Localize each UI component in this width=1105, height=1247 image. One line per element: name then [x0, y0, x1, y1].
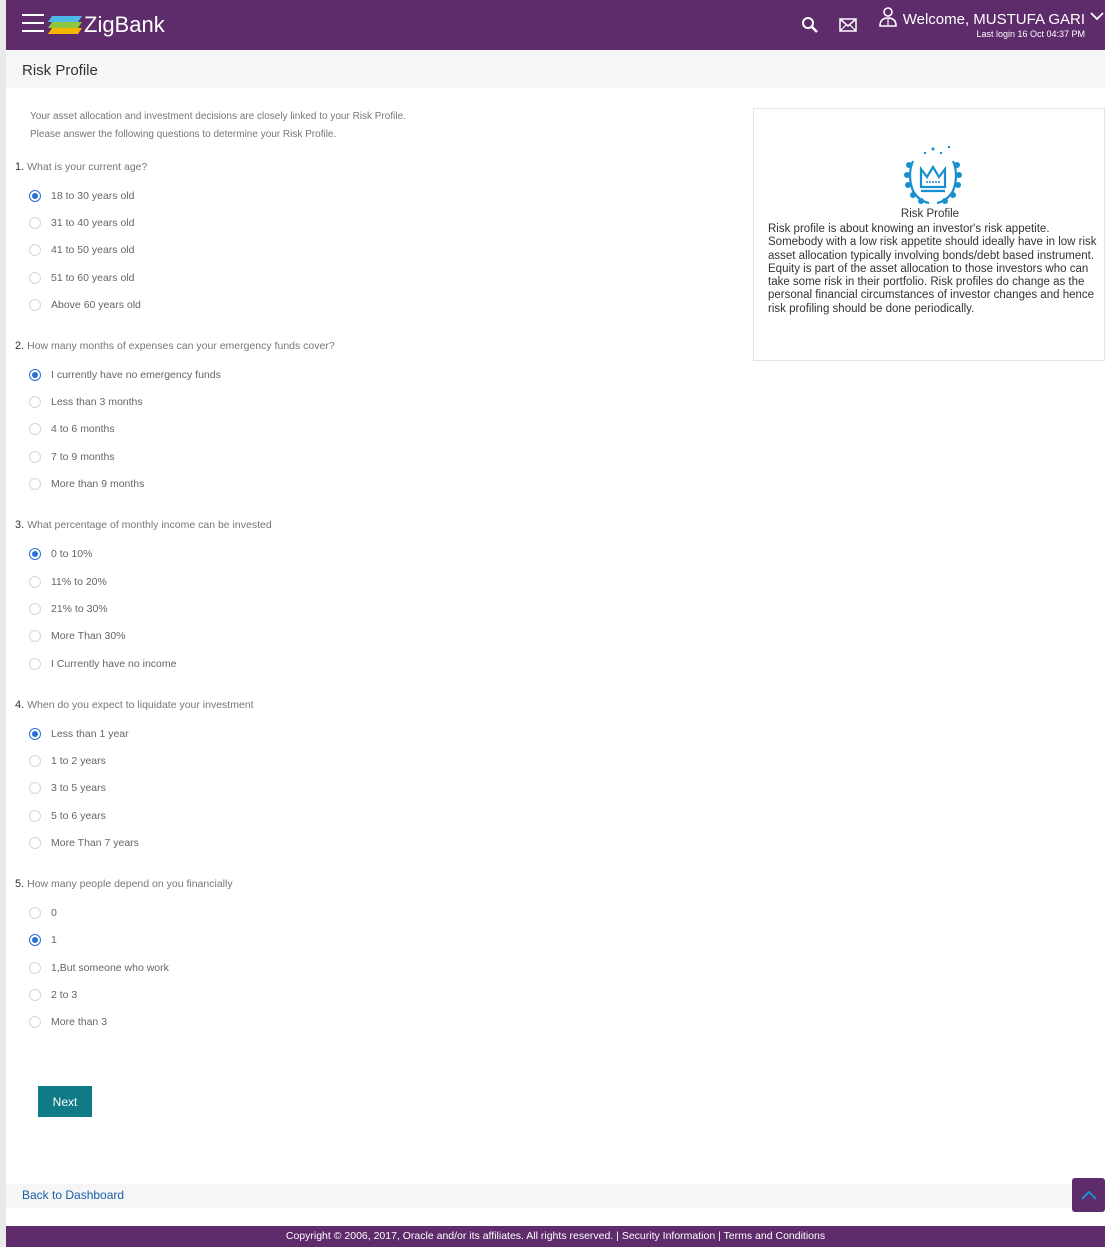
- option-income-none[interactable]: I Currently have no income: [29, 658, 176, 670]
- option-income-21-30[interactable]: 21% to 30%: [29, 603, 108, 615]
- radio-button[interactable]: [29, 603, 41, 615]
- question-1: 1. What is your current age?: [15, 161, 148, 173]
- option-age-above-60[interactable]: Above 60 years old: [29, 299, 141, 311]
- radio-button[interactable]: [29, 451, 41, 463]
- radio-button[interactable]: [29, 478, 41, 490]
- radio-button[interactable]: [29, 810, 41, 822]
- page-title: Risk Profile: [22, 62, 98, 79]
- radio-button[interactable]: [29, 190, 41, 202]
- radio-button[interactable]: [29, 837, 41, 849]
- question-2: 2. How many months of expenses can your …: [15, 340, 335, 352]
- option-dependents-more-3[interactable]: More than 3: [29, 1016, 107, 1028]
- back-to-dashboard-link[interactable]: Back to Dashboard: [22, 1188, 124, 1202]
- last-login-text: Last login 16 Oct 04:37 PM: [976, 28, 1085, 39]
- radio-button[interactable]: [29, 1016, 41, 1028]
- option-funds-none[interactable]: I currently have no emergency funds: [29, 369, 221, 381]
- copyright-footer: Copyright © 2006, 2017, Oracle and/or it…: [6, 1226, 1105, 1247]
- chevron-down-icon[interactable]: [1089, 8, 1105, 24]
- intro-line-1: Your asset allocation and investment dec…: [30, 111, 406, 122]
- radio-button[interactable]: [29, 630, 41, 642]
- option-funds-more-9[interactable]: More than 9 months: [29, 478, 144, 490]
- option-dependents-2-3[interactable]: 2 to 3: [29, 989, 77, 1001]
- radio-button[interactable]: [29, 299, 41, 311]
- question-4: 4. When do you expect to liquidate your …: [15, 699, 254, 711]
- intro-line-2: Please answer the following questions to…: [30, 129, 337, 140]
- option-liquidate-less-1[interactable]: Less than 1 year: [29, 728, 129, 740]
- brand-name: ZigBank: [84, 12, 165, 37]
- user-menu[interactable]: Welcome, MUSTUFA GARI Last login 16 Oct …: [877, 6, 1105, 39]
- user-icon: [877, 6, 899, 28]
- intro-text: Your asset allocation and investment dec…: [30, 108, 406, 144]
- chevron-up-icon: [1080, 1190, 1097, 1200]
- option-funds-4-6[interactable]: 4 to 6 months: [29, 423, 115, 435]
- welcome-text: Welcome, MUSTUFA GARI: [902, 10, 1085, 28]
- radio-button[interactable]: [29, 989, 41, 1001]
- option-liquidate-3-5[interactable]: 3 to 5 years: [29, 782, 106, 794]
- radio-button[interactable]: [29, 755, 41, 767]
- radio-button[interactable]: [29, 728, 41, 740]
- option-age-18-30[interactable]: 18 to 30 years old: [29, 190, 134, 202]
- option-funds-7-9[interactable]: 7 to 9 months: [29, 451, 115, 463]
- option-income-11-20[interactable]: 11% to 20%: [29, 576, 107, 588]
- option-dependents-1-working[interactable]: 1,But someone who work: [29, 962, 169, 974]
- radio-button[interactable]: [29, 272, 41, 284]
- option-income-0-10[interactable]: 0 to 10%: [29, 548, 92, 560]
- brand-logo[interactable]: ZigBank: [47, 12, 165, 38]
- question-5: 5. How many people depend on you financi…: [15, 878, 233, 890]
- top-bar: ZigBank Welcome, MUSTUFA GARI Last login…: [6, 0, 1105, 50]
- radio-button[interactable]: [29, 548, 41, 560]
- option-dependents-1[interactable]: 1: [29, 934, 57, 946]
- mail-icon[interactable]: [833, 10, 863, 40]
- radio-button[interactable]: [29, 962, 41, 974]
- radio-button[interactable]: [29, 396, 41, 408]
- option-dependents-0[interactable]: 0: [29, 907, 57, 919]
- info-card-title: Risk Profile: [900, 208, 960, 220]
- zigbank-logo-icon: [47, 15, 83, 35]
- risk-profile-info-card: Risk Profile Risk profile is about knowi…: [753, 108, 1105, 361]
- radio-button[interactable]: [29, 244, 41, 256]
- option-liquidate-more-7[interactable]: More Than 7 years: [29, 837, 139, 849]
- next-button[interactable]: Next: [38, 1086, 92, 1117]
- crown-laurel-icon: [899, 139, 967, 209]
- radio-button[interactable]: [29, 217, 41, 229]
- radio-button[interactable]: [29, 658, 41, 670]
- menu-icon[interactable]: [22, 14, 44, 34]
- info-card-text: Risk profile is about knowing an investo…: [768, 223, 1097, 315]
- option-age-51-60[interactable]: 51 to 60 years old: [29, 272, 134, 284]
- radio-button[interactable]: [29, 907, 41, 919]
- option-age-41-50[interactable]: 41 to 50 years old: [29, 244, 134, 256]
- option-liquidate-5-6[interactable]: 5 to 6 years: [29, 810, 106, 822]
- search-icon[interactable]: [795, 10, 825, 40]
- scroll-to-top-button[interactable]: [1072, 1178, 1105, 1212]
- question-3: 3. What percentage of monthly income can…: [15, 519, 272, 531]
- left-edge: [0, 0, 6, 1247]
- option-funds-less-3[interactable]: Less than 3 months: [29, 396, 143, 408]
- radio-button[interactable]: [29, 423, 41, 435]
- option-income-more-30[interactable]: More Than 30%: [29, 630, 126, 642]
- radio-button[interactable]: [29, 782, 41, 794]
- page-header: Risk Profile: [6, 50, 1105, 88]
- radio-button[interactable]: [29, 934, 41, 946]
- option-liquidate-1-2[interactable]: 1 to 2 years: [29, 755, 106, 767]
- option-age-31-40[interactable]: 31 to 40 years old: [29, 217, 134, 229]
- radio-button[interactable]: [29, 576, 41, 588]
- radio-button[interactable]: [29, 369, 41, 381]
- footer-strip: [6, 1184, 1080, 1208]
